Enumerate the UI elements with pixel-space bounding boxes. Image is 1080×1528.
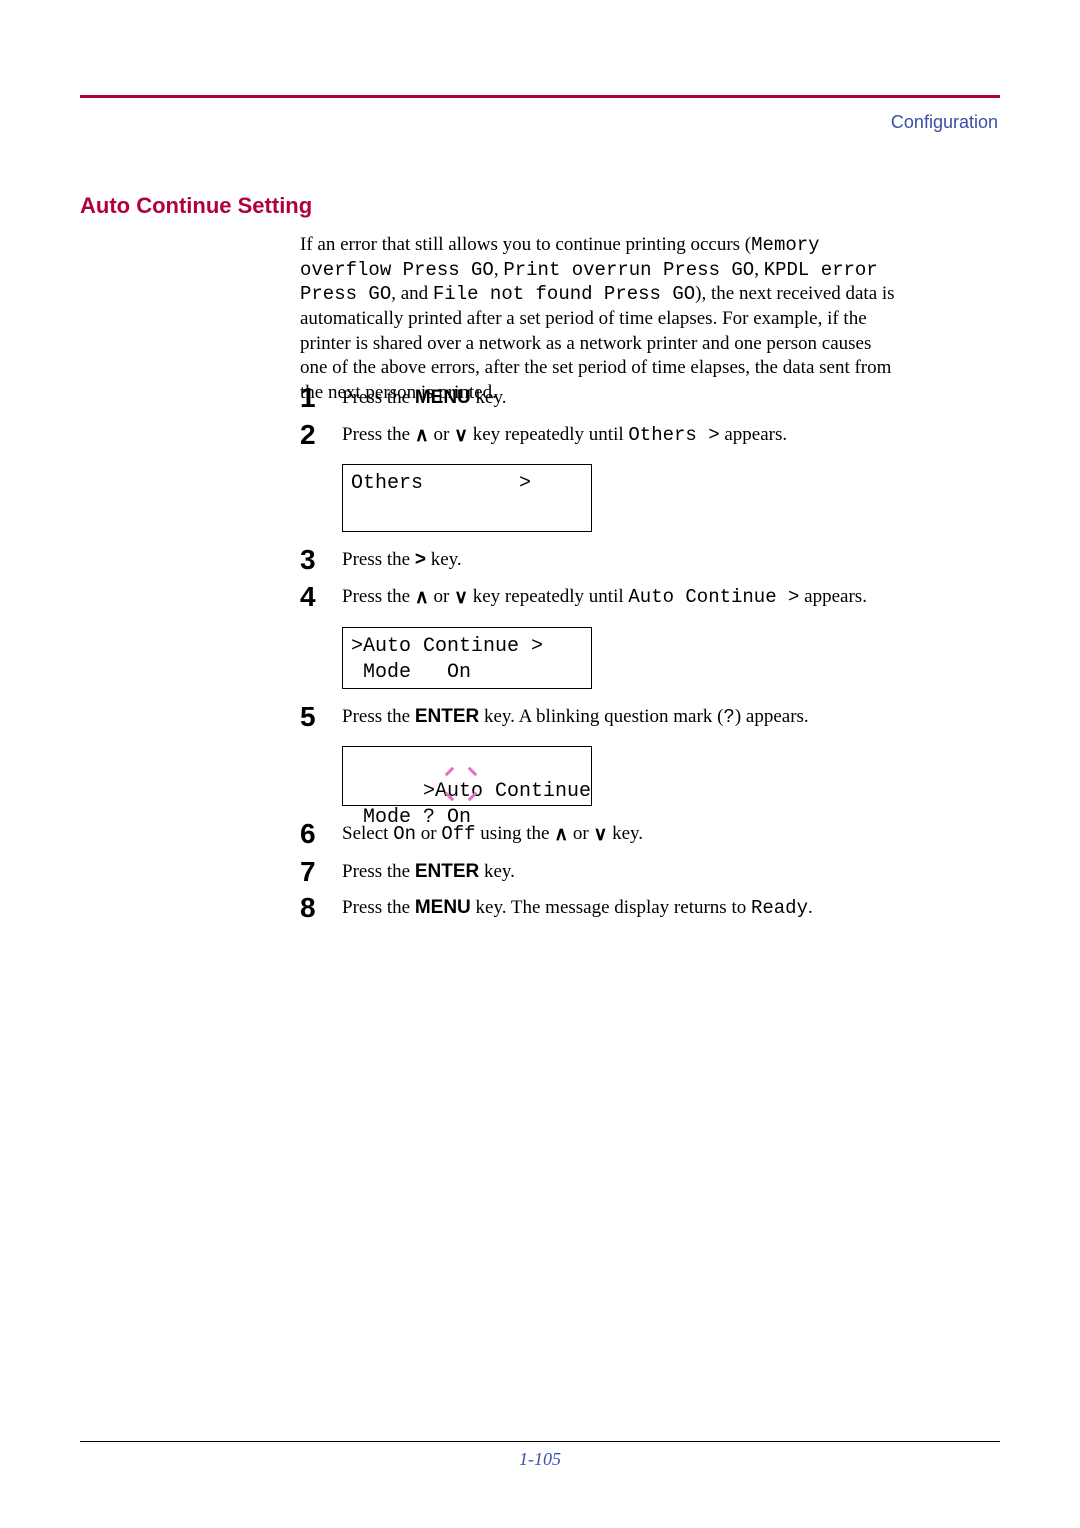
step-number: 8 <box>300 894 342 922</box>
step-text: Press the <box>342 706 415 727</box>
intro-text: , and <box>391 283 433 304</box>
key-label: ENTER <box>415 861 479 882</box>
page-number: 1-105 <box>0 1449 1080 1470</box>
step-8: 8 Press the MENU key. The message displa… <box>300 894 920 928</box>
step-body: Press the > key. <box>342 546 920 579</box>
lcd-display: >Auto Continue Mode ? On <box>342 746 592 806</box>
step-text: key. <box>479 861 515 882</box>
key-label: MENU <box>415 897 471 918</box>
step-number: 3 <box>300 546 342 574</box>
step-text: appears. <box>720 424 788 445</box>
step-text: ) appears. <box>735 706 809 727</box>
step-1: 1 Press the MENU key. <box>300 384 920 417</box>
intro-text: , <box>754 259 764 280</box>
step-mono: Others > <box>628 424 719 446</box>
step-body: Press the MENU key. The message display … <box>342 894 920 928</box>
step-number: 1 <box>300 384 342 412</box>
footer-rule <box>80 1441 1000 1442</box>
step-text: key repeatedly until <box>468 586 628 607</box>
key-label: MENU <box>415 387 471 408</box>
lcd-display: >Auto Continue > Mode On <box>342 627 592 689</box>
step-2: 2 Press the ∧ or ∨ key repeatedly until … <box>300 421 920 455</box>
step-text: Press the <box>342 387 415 408</box>
section-title: Auto Continue Setting <box>80 193 312 219</box>
down-arrow-icon: ∨ <box>454 426 468 445</box>
step-number: 5 <box>300 703 342 731</box>
key-label: > <box>415 549 426 570</box>
step-text: appears. <box>799 586 867 607</box>
step-4: 4 Press the ∧ or ∨ key repeatedly until … <box>300 583 920 617</box>
step-text: or <box>568 823 593 844</box>
step-body: Press the ∧ or ∨ key repeatedly until Au… <box>342 583 920 617</box>
step-text: Press the <box>342 897 415 918</box>
header-section-label: Configuration <box>891 112 998 133</box>
intro-paragraph: If an error that still allows you to con… <box>300 233 900 406</box>
step-mono: Ready <box>751 897 808 919</box>
lcd-display: Others > <box>342 464 592 532</box>
step-text: Press the <box>342 424 415 445</box>
header-rule <box>80 95 1000 98</box>
intro-mono: File not found Press GO <box>433 283 695 305</box>
step-body: Press the MENU key. <box>342 384 920 417</box>
up-arrow-icon: ∧ <box>554 825 568 844</box>
step-text: or <box>429 424 454 445</box>
step-text: key. <box>471 387 507 408</box>
step-number: 4 <box>300 583 342 611</box>
step-number: 7 <box>300 858 342 886</box>
step-text: or <box>429 586 454 607</box>
step-text: Press the <box>342 549 415 570</box>
step-mono: ? <box>723 706 734 728</box>
step-text: key. <box>426 549 462 570</box>
step-body: Press the ∧ or ∨ key repeatedly until Ot… <box>342 421 920 455</box>
step-text: key. The message display returns to <box>471 897 751 918</box>
step-text: key repeatedly until <box>468 424 628 445</box>
step-mono: Auto Continue > <box>628 586 799 608</box>
step-text: key. <box>607 823 643 844</box>
steps-list: 1 Press the MENU key. 2 Press the ∧ or ∨… <box>300 384 920 932</box>
intro-text: , <box>494 259 504 280</box>
down-arrow-icon: ∨ <box>593 825 607 844</box>
key-label: ENTER <box>415 706 479 727</box>
step-number: 6 <box>300 820 342 848</box>
step-3: 3 Press the > key. <box>300 546 920 579</box>
step-body: Press the ENTER key. <box>342 858 920 891</box>
step-text: Press the <box>342 586 415 607</box>
intro-text: If an error that still allows you to con… <box>300 234 751 255</box>
intro-mono: Print overrun Press GO <box>503 259 754 281</box>
step-text: key. A blinking question mark ( <box>479 706 723 727</box>
step-text: . <box>808 897 813 918</box>
up-arrow-icon: ∧ <box>415 588 429 607</box>
down-arrow-icon: ∨ <box>454 588 468 607</box>
step-5: 5 Press the ENTER key. A blinking questi… <box>300 703 920 737</box>
step-number: 2 <box>300 421 342 449</box>
step-body: Press the ENTER key. A blinking question… <box>342 703 920 737</box>
up-arrow-icon: ∧ <box>415 426 429 445</box>
step-text: using the <box>476 823 555 844</box>
